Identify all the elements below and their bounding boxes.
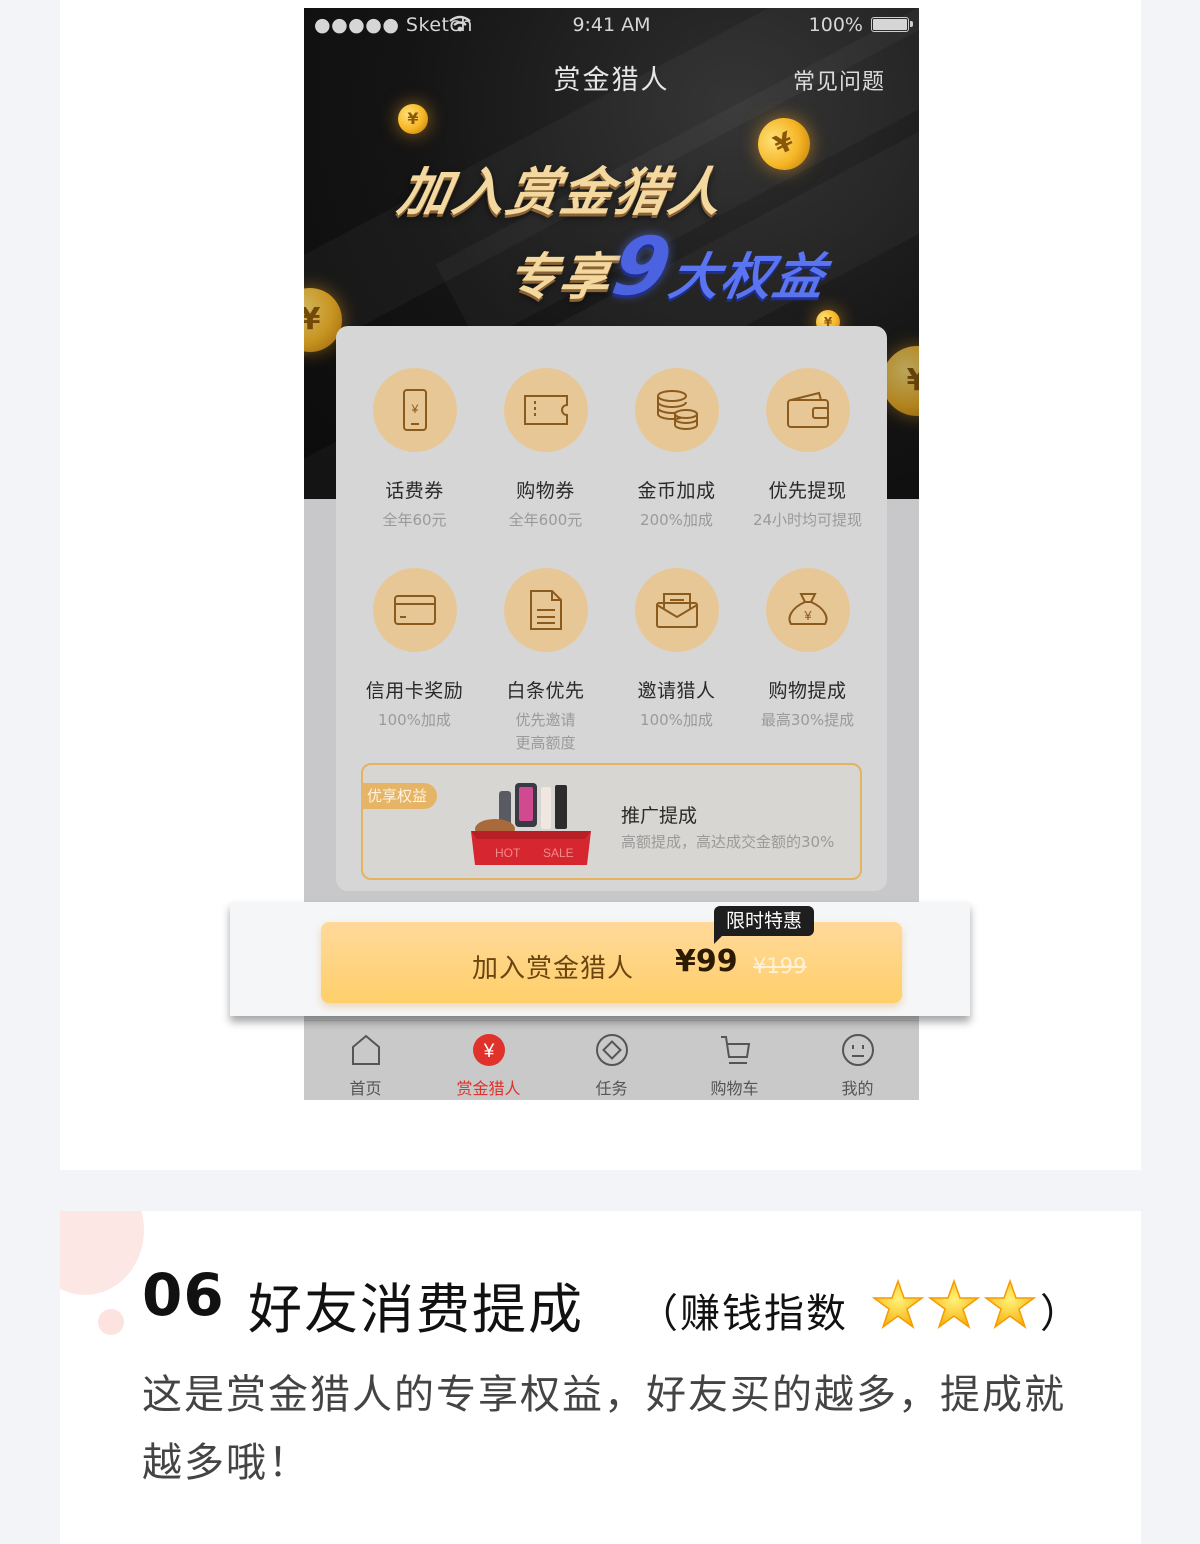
tab-cart[interactable]: 购物车: [673, 1033, 796, 1099]
tab-label: 我的: [841, 1079, 874, 1098]
benefit-sub: 200%加成: [640, 511, 713, 529]
wallet-icon: [786, 391, 829, 428]
benefit-sub: 最高30%提成: [760, 711, 855, 729]
faq-link[interactable]: 常见问题: [793, 64, 885, 96]
benefit-item[interactable]: 信用卡奖励 100%加成: [349, 568, 480, 732]
tab-mine[interactable]: 我的: [796, 1033, 919, 1099]
svg-text:¥: ¥: [482, 1041, 494, 1062]
benefit-icon-circle: [765, 368, 850, 452]
tab-task[interactable]: 任务: [550, 1033, 673, 1099]
benefit-title: 信用卡奖励: [365, 680, 464, 702]
coin-icon: ¥: [398, 104, 428, 134]
benefit-item[interactable]: 优先提现 24小时均可提现: [742, 368, 873, 532]
smiley-icon: [841, 1034, 874, 1066]
svg-text:¥: ¥: [803, 608, 812, 623]
home-icon: [351, 1034, 380, 1065]
box-text: HOT: [495, 846, 521, 860]
gift-box-image: HOT SALE: [471, 783, 591, 865]
section-number: 06: [142, 1261, 225, 1329]
promo-sub: 高额提成，高达成交金额的30%: [621, 833, 835, 851]
join-label: 加入赏金猎人: [472, 954, 635, 984]
benefit-sub: 更高额度: [515, 734, 576, 752]
benefit-title: 白条优先: [506, 680, 585, 702]
benefit-item[interactable]: ¥ 购物提成 最高30%提成: [742, 568, 873, 732]
svg-text:¥: ¥: [410, 402, 418, 416]
promo-card[interactable]: 优享权益 HOT SALE 推广提成 高额提成，高达成交金额的30%: [361, 763, 862, 880]
promo-title: 推广提成: [621, 805, 698, 827]
status-bar: ●●●●● Sketch 9:41 AM 100%: [304, 8, 919, 44]
benefit-icon-circle: [503, 568, 588, 652]
box-text: SALE: [543, 846, 574, 860]
benefit-sub: 100%加成: [378, 711, 451, 729]
task-diamond-icon: [595, 1034, 628, 1066]
tab-label: 首页: [349, 1079, 382, 1098]
envelope-icon: [655, 593, 698, 628]
decorative-circle: [60, 1211, 144, 1295]
benefit-sub: 全年60元: [382, 511, 447, 529]
ticket-icon: [523, 395, 568, 425]
star-icon: [983, 1278, 1037, 1329]
benefit-icon-circle: [503, 368, 588, 452]
cta-bar: 加入赏金猎人 ¥99 ¥199 限时特惠: [230, 902, 970, 1016]
original-price: ¥199: [753, 954, 807, 978]
price: ¥99: [675, 944, 738, 979]
benefit-item[interactable]: 白条优先 优先邀请 更高额度: [480, 568, 611, 755]
benefit-item[interactable]: ¥ 话费券 全年60元: [349, 368, 480, 532]
promo-tag: 优享权益: [361, 783, 438, 809]
battery-icon: [871, 17, 913, 32]
benefit-title: 邀请猎人: [637, 680, 716, 702]
benefit-title: 金币加成: [637, 480, 716, 502]
benefit-icon-circle: ¥: [372, 368, 457, 452]
benefit-item[interactable]: 邀请猎人 100%加成: [611, 568, 742, 732]
feature-card: 06 好友消费提成 （赚钱指数 ） 这是赏金猎人的专享权益，好友买的越多，提成就…: [60, 1211, 1141, 1544]
join-button[interactable]: 加入赏金猎人 ¥99 ¥199: [321, 922, 902, 1003]
benefit-title: 优先提现: [768, 480, 847, 502]
benefit-icon-circle: [372, 568, 457, 652]
rating-close: ）: [1040, 1291, 1080, 1337]
battery-percent: 100%: [808, 14, 863, 36]
section-title: 好友消费提成: [248, 1278, 584, 1341]
benefit-sub: 全年600元: [508, 511, 583, 529]
credit-card-icon: [393, 595, 436, 625]
hero-suffix: 大权益: [664, 248, 831, 306]
star-icon: [927, 1278, 981, 1329]
limited-offer-badge: 限时特惠: [714, 906, 815, 944]
document-icon: [529, 590, 562, 630]
benefit-icon-circle: [634, 568, 719, 652]
tab-home[interactable]: 首页: [304, 1033, 427, 1099]
coin-icon: ¥: [882, 346, 919, 416]
rating-stars: [871, 1278, 1037, 1329]
section-description: 这是赏金猎人的专享权益，好友买的越多，提成就越多哦！: [142, 1372, 1066, 1486]
tab-label: 购物车: [710, 1079, 759, 1098]
benefit-sub: 优先邀请: [515, 711, 576, 729]
benefit-sub: 24小时均可提现: [752, 511, 863, 529]
benefit-item[interactable]: 金币加成 200%加成: [611, 368, 742, 532]
tab-label: 赏金猎人: [456, 1079, 521, 1098]
benefit-title: 购物券: [516, 480, 575, 502]
tab-bar: 首页 ¥ 赏金猎人 任务 购物车 我的: [304, 1020, 919, 1100]
benefit-sub: 100%加成: [640, 711, 713, 729]
bounty-yuan-icon: ¥: [472, 1034, 505, 1066]
tab-label: 任务: [595, 1079, 628, 1098]
money-bag-icon: ¥: [788, 593, 827, 625]
rating-label: （赚钱指数: [638, 1291, 848, 1337]
decorative-dot: [98, 1309, 124, 1335]
hero-subheadline: 专享9大权益: [502, 220, 836, 313]
benefits-panel: ¥ 话费券 全年60元 购物券 全年600元 金币加成 200%加成 优先提现 …: [336, 326, 887, 891]
benefit-title: 话费券: [385, 480, 444, 502]
hero-prefix: 专享: [503, 248, 618, 306]
phone-yuan-icon: ¥: [402, 389, 427, 431]
cart-icon: [720, 1036, 750, 1064]
tab-bounty-hunter[interactable]: ¥ 赏金猎人: [427, 1033, 550, 1099]
star-icon: [871, 1278, 925, 1329]
benefit-icon-circle: ¥: [765, 568, 850, 652]
benefit-title: 购物提成: [768, 680, 847, 702]
benefit-item[interactable]: 购物券 全年600元: [480, 368, 611, 532]
benefit-icon-circle: [634, 368, 719, 452]
hero-headline: 加入赏金猎人: [393, 163, 729, 223]
coins-stack-icon: [656, 390, 698, 430]
